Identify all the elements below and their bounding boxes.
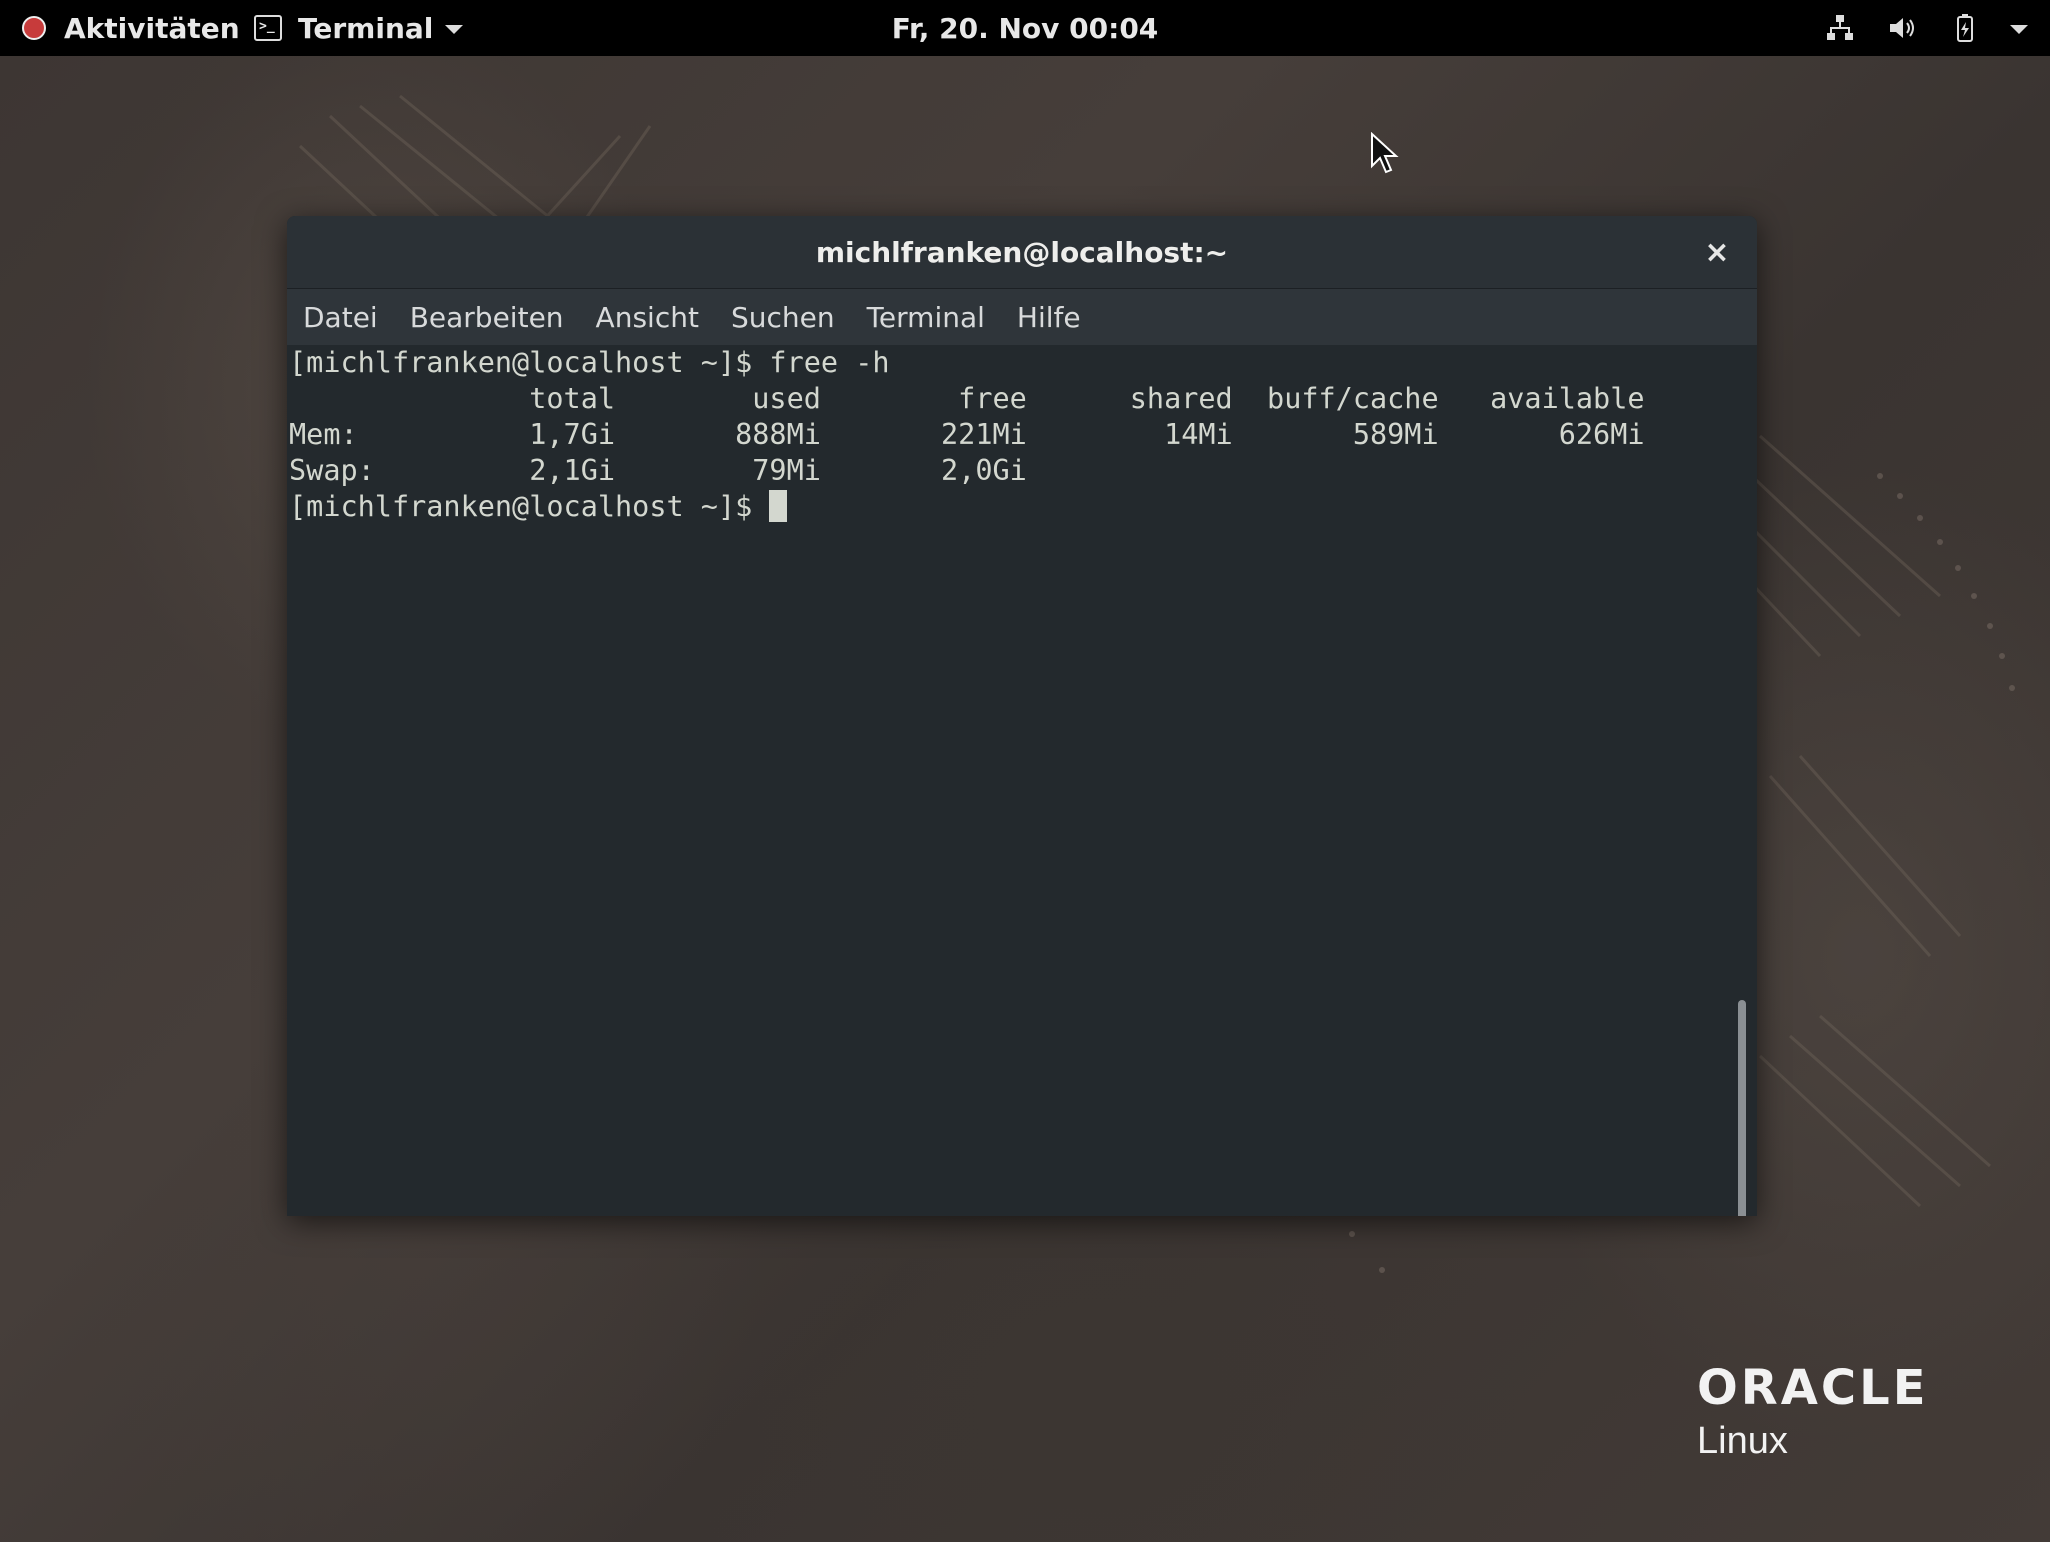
menu-datei[interactable]: Datei xyxy=(303,301,378,334)
logo-subtitle: Linux xyxy=(1697,1420,1788,1462)
chevron-down-icon xyxy=(2010,24,2028,34)
volume-icon xyxy=(1886,12,1918,44)
terminal-app-icon: >_ xyxy=(254,15,282,41)
terminal-prompt: [michlfranken@localhost ~]$ xyxy=(289,490,770,523)
window-title: michlfranken@localhost:~ xyxy=(815,235,1229,269)
network-icon xyxy=(1824,12,1856,44)
terminal-line: total used free shared buff/cache availa… xyxy=(289,382,1645,415)
clock-button[interactable]: Fr, 20. Nov 00:04 xyxy=(892,12,1159,45)
logo-wordmark: ORACLE xyxy=(1697,1360,1929,1416)
app-menu-label: Terminal xyxy=(298,11,434,45)
battery-icon xyxy=(1948,12,1980,44)
close-icon: × xyxy=(1704,234,1730,270)
scrollbar-thumb[interactable] xyxy=(1738,1000,1746,1216)
menu-bearbeiten[interactable]: Bearbeiten xyxy=(410,301,564,334)
system-status-area[interactable] xyxy=(1824,0,2028,56)
app-menu-button[interactable]: >_ Terminal xyxy=(254,0,464,56)
menu-bar: Datei Bearbeiten Ansicht Suchen Terminal… xyxy=(287,289,1757,345)
mouse-pointer-icon xyxy=(1370,131,1400,180)
menu-ansicht[interactable]: Ansicht xyxy=(596,301,699,334)
menu-terminal[interactable]: Terminal xyxy=(867,301,985,334)
terminal-line: Swap: 2,1Gi 79Mi 2,0Gi xyxy=(289,454,1027,487)
activities-icon xyxy=(22,16,46,40)
terminal-window[interactable]: michlfranken@localhost:~ × Datei Bearbei… xyxy=(287,216,1757,1216)
menu-hilfe[interactable]: Hilfe xyxy=(1017,301,1081,334)
text-cursor xyxy=(769,490,788,522)
terminal-output[interactable]: [michlfranken@localhost ~]$ free -h tota… xyxy=(287,345,1757,1216)
terminal-line: Mem: 1,7Gi 888Mi 221Mi 14Mi 589Mi 626Mi xyxy=(289,418,1645,451)
terminal-scrollbar[interactable] xyxy=(1735,345,1749,1216)
menu-suchen[interactable]: Suchen xyxy=(731,301,835,334)
window-titlebar[interactable]: michlfranken@localhost:~ × xyxy=(287,216,1757,289)
oracle-linux-logo: ORACLE Linux xyxy=(1697,1360,1929,1463)
terminal-prompt-line[interactable]: [michlfranken@localhost ~]$ xyxy=(289,489,1757,525)
activities-button[interactable]: Aktivitäten xyxy=(22,0,240,56)
close-button[interactable]: × xyxy=(1699,234,1735,270)
chevron-down-icon xyxy=(445,24,464,34)
top-bar: Aktivitäten >_ Terminal Fr, 20. Nov 00:0… xyxy=(0,0,2050,56)
activities-label: Aktivitäten xyxy=(64,11,240,45)
terminal-line: [michlfranken@localhost ~]$ free -h xyxy=(289,346,890,379)
